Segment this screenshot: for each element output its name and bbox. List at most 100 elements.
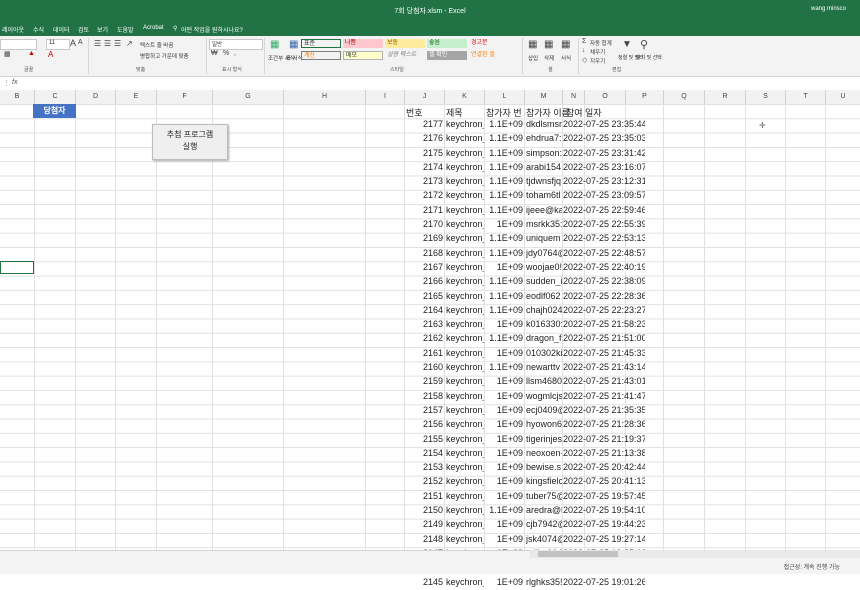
cell-phone[interactable]: 1.1E+09 — [485, 133, 523, 143]
cell-title[interactable]: keychron_ — [446, 305, 484, 315]
cell-name[interactable]: ecj0409@ — [526, 405, 562, 415]
cell-no[interactable]: 2174 — [405, 162, 443, 172]
cell-no[interactable]: 2167 — [405, 262, 443, 272]
cell-name[interactable]: tjdwnsfjq — [526, 176, 562, 186]
cell-phone[interactable]: 1.1E+09 — [485, 505, 523, 515]
cell-no[interactable]: 2164 — [405, 305, 443, 315]
cell-date[interactable]: 2022-07-25 21:43:14 — [563, 362, 645, 372]
number-format-select[interactable]: 일반 — [209, 39, 263, 50]
cell-title[interactable]: keychron_ — [446, 319, 484, 329]
col-header-i[interactable]: I — [366, 93, 404, 100]
cell-name[interactable]: dragon_f — [526, 333, 562, 343]
style-bad[interactable]: 나쁨 — [343, 39, 383, 48]
cell-title[interactable]: keychron_ — [446, 462, 484, 472]
cell-phone[interactable]: 1.1E+09 — [485, 362, 523, 372]
cell-title[interactable]: keychron_ — [446, 219, 484, 229]
cell-title[interactable]: keychron_ — [446, 405, 484, 415]
cell-no[interactable]: 2172 — [405, 190, 443, 200]
cell-name[interactable]: dkdlsmsr — [526, 119, 562, 129]
tab-help[interactable]: 도움말 — [117, 25, 134, 34]
cell-name[interactable]: newarttv — [526, 362, 562, 372]
cell-date[interactable]: 2022-07-25 23:16:07 — [563, 162, 645, 172]
cell-date[interactable]: 2022-07-25 23:35:03 — [563, 133, 645, 143]
cell-title[interactable]: keychron_ — [446, 348, 484, 358]
col-header-p[interactable]: P — [626, 93, 663, 100]
cell-date[interactable]: 2022-07-25 22:55:39 — [563, 219, 645, 229]
insert-button[interactable]: 삽입 — [528, 54, 538, 62]
align-middle-icon[interactable]: ☰ — [104, 39, 111, 48]
style-explanatory[interactable]: 설명 텍스트 — [385, 51, 425, 60]
col-header-c[interactable]: C — [35, 93, 75, 100]
cell-phone[interactable]: 1.1E+09 — [485, 233, 523, 243]
cell-no[interactable]: 2163 — [405, 319, 443, 329]
cell-title[interactable]: keychron_ — [446, 148, 484, 158]
cell-date[interactable]: 2022-07-25 21:45:33 — [563, 348, 645, 358]
cell-no[interactable]: 2154 — [405, 448, 443, 458]
cell-no[interactable]: 2151 — [405, 491, 443, 501]
cell-no[interactable]: 2176 — [405, 133, 443, 143]
col-header-e[interactable]: E — [116, 93, 156, 100]
cell-date[interactable]: 2022-07-25 22:53:13 — [563, 233, 645, 243]
col-header-f[interactable]: F — [157, 93, 212, 100]
cell-phone[interactable]: 1E+09 — [485, 376, 523, 386]
cell-name[interactable]: k016330: — [526, 319, 562, 329]
style-check-cell[interactable]: 셀 확인 — [427, 51, 467, 60]
cell-no[interactable]: 2165 — [405, 291, 443, 301]
cell-title[interactable]: keychron_ — [446, 333, 484, 343]
col-header-l[interactable]: L — [485, 93, 524, 100]
cell-no[interactable]: 2162 — [405, 333, 443, 343]
cell-date[interactable]: 2022-07-25 23:35:44 — [563, 119, 645, 129]
cell-phone[interactable]: 1.1E+09 — [485, 305, 523, 315]
cell-phone[interactable]: 1.1E+09 — [485, 162, 523, 172]
scrollbar-thumb[interactable] — [538, 551, 618, 557]
cell-name[interactable]: kingsfielc — [526, 476, 562, 486]
cell-date[interactable]: 2022-07-25 19:54:10 — [563, 505, 645, 515]
cell-title[interactable]: keychron_ — [446, 205, 484, 215]
wrap-text-button[interactable]: 텍스트 줄 바꿈 — [140, 41, 173, 49]
cell-name[interactable]: aredra@l — [526, 505, 562, 515]
cell-name[interactable]: wogmlcjs — [526, 391, 562, 401]
col-header-u[interactable]: U — [826, 93, 860, 100]
cell-date[interactable]: 2022-07-25 22:28:36 — [563, 291, 645, 301]
borders-icon[interactable]: ▦ — [4, 50, 11, 58]
orientation-icon[interactable]: ↗ — [126, 39, 133, 48]
format-button[interactable]: 서식 — [561, 54, 571, 62]
col-header-j[interactable]: J — [405, 93, 444, 100]
cell-title[interactable]: keychron_ — [446, 505, 484, 515]
tab-review[interactable]: 검토 — [78, 25, 89, 34]
cell-no[interactable]: 2153 — [405, 462, 443, 472]
cell-no[interactable]: 2171 — [405, 205, 443, 215]
cell-phone[interactable]: 1.1E+09 — [485, 176, 523, 186]
cell-no[interactable]: 2157 — [405, 405, 443, 415]
cell-name[interactable]: 010302ki — [526, 348, 562, 358]
cell-name[interactable]: tigerinjes — [526, 434, 562, 444]
clear-button[interactable]: 지우기 — [590, 57, 605, 65]
cell-phone[interactable]: 1E+09 — [485, 219, 523, 229]
cell-title[interactable]: keychron_ — [446, 448, 484, 458]
cell-date[interactable]: 2022-07-25 21:35:35 — [563, 405, 645, 415]
cell-title[interactable]: keychron_ — [446, 233, 484, 243]
cell-title[interactable]: keychron_ — [446, 119, 484, 129]
cell-no[interactable]: 2149 — [405, 519, 443, 529]
percent-icon[interactable]: % — [223, 50, 229, 57]
cell-phone[interactable]: 1E+09 — [485, 348, 523, 358]
cell-no[interactable]: 2156 — [405, 419, 443, 429]
cell-no[interactable]: 2168 — [405, 248, 443, 258]
style-normal[interactable]: 표준 — [301, 39, 341, 48]
cell-title[interactable]: keychron_ — [446, 176, 484, 186]
cell-phone[interactable]: 1E+09 — [485, 391, 523, 401]
cell-date[interactable]: 2022-07-25 21:43:01 — [563, 376, 645, 386]
cell-date[interactable]: 2022-07-25 19:57:45 — [563, 491, 645, 501]
merge-center-button[interactable]: 병합하고 가운데 맞춤 — [140, 52, 189, 60]
cell-date[interactable]: 2022-07-25 19:01:26 — [563, 577, 645, 587]
cell-no[interactable]: 2150 — [405, 505, 443, 515]
cell-date[interactable]: 2022-07-25 22:48:57 — [563, 248, 645, 258]
cell-name[interactable]: arabi154 — [526, 162, 562, 172]
cell-title[interactable]: keychron_ — [446, 391, 484, 401]
cell-title[interactable]: keychron_ — [446, 534, 484, 544]
cell-no[interactable]: 2155 — [405, 434, 443, 444]
cell-phone[interactable]: 1E+09 — [485, 462, 523, 472]
cell-title[interactable]: keychron_ — [446, 376, 484, 386]
currency-icon[interactable]: ₩ — [211, 50, 218, 57]
cell-phone[interactable]: 1.1E+09 — [485, 276, 523, 286]
